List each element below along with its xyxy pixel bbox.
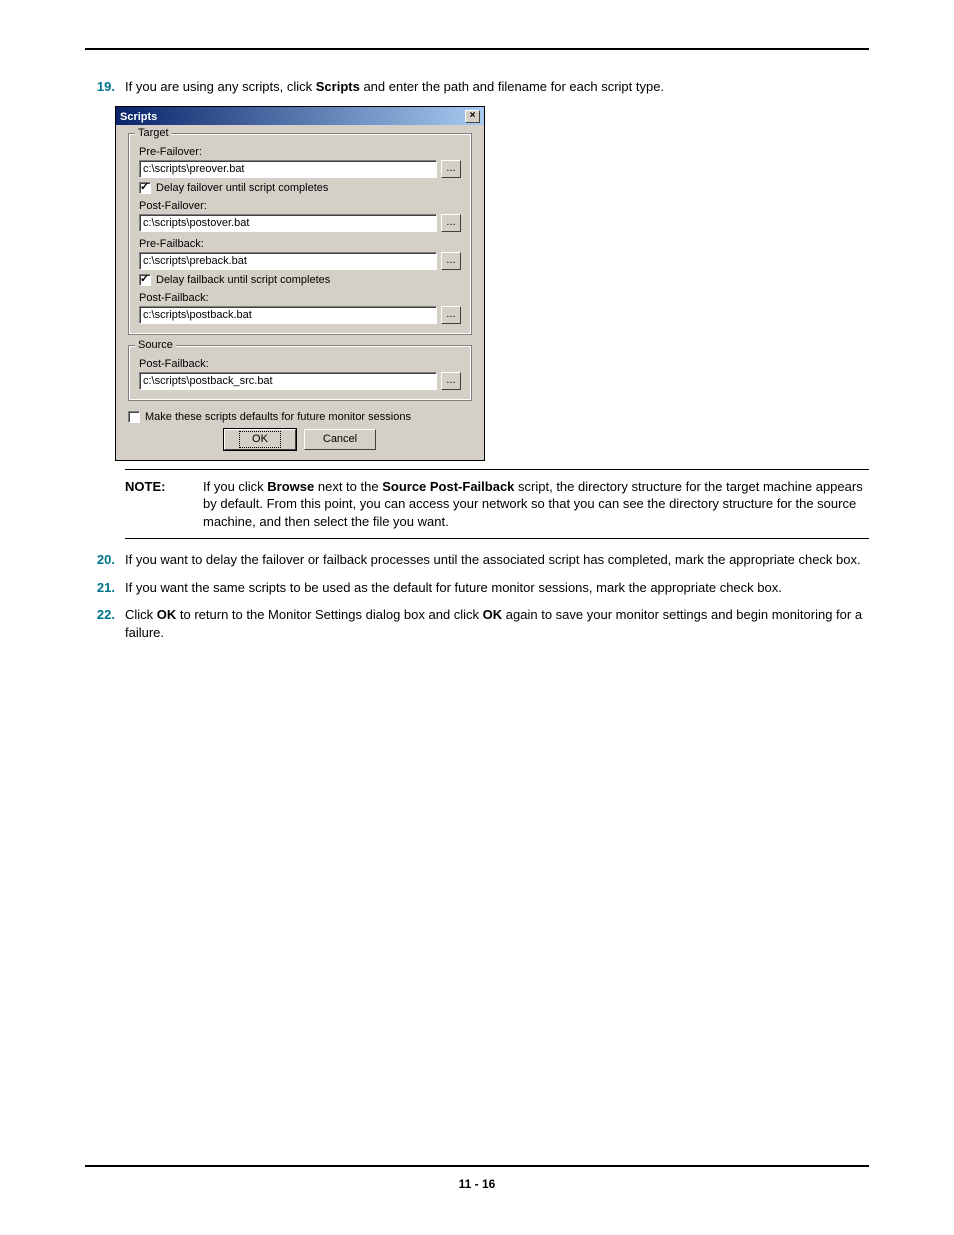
- step-20: 20. If you want to delay the failover or…: [85, 551, 869, 569]
- step-number: 20.: [85, 551, 125, 569]
- close-icon[interactable]: ×: [465, 110, 480, 123]
- step-text: If you want to delay the failover or fai…: [125, 551, 869, 569]
- post-failover-label: Post-Failover:: [139, 200, 461, 212]
- step-21: 21. If you want the same scripts to be u…: [85, 579, 869, 597]
- browse-button[interactable]: ...: [441, 252, 461, 270]
- post-failback-input[interactable]: c:\scripts\postback.bat: [139, 306, 437, 324]
- dialog-titlebar[interactable]: Scripts ×: [116, 107, 484, 125]
- make-default-label: Make these scripts defaults for future m…: [145, 411, 411, 423]
- delay-failover-checkbox[interactable]: [139, 182, 151, 194]
- pre-failback-label: Pre-Failback:: [139, 238, 461, 250]
- src-post-failback-label: Post-Failback:: [139, 358, 461, 370]
- cancel-button[interactable]: Cancel: [304, 429, 376, 450]
- step-number: 21.: [85, 579, 125, 597]
- footer-rule: [85, 1165, 869, 1167]
- source-legend: Source: [135, 339, 176, 351]
- pre-failover-input[interactable]: c:\scripts\preover.bat: [139, 160, 437, 178]
- step-19: 19. If you are using any scripts, click …: [85, 78, 869, 96]
- src-post-failback-input[interactable]: c:\scripts\postback_src.bat: [139, 372, 437, 390]
- pre-failover-label: Pre-Failover:: [139, 146, 461, 158]
- note-body: If you click Browse next to the Source P…: [203, 478, 869, 531]
- browse-button[interactable]: ...: [441, 214, 461, 232]
- delay-failback-checkbox[interactable]: [139, 274, 151, 286]
- step-text: If you are using any scripts, click Scri…: [125, 78, 869, 96]
- pre-failback-input[interactable]: c:\scripts\preback.bat: [139, 252, 437, 270]
- step-22: 22. Click OK to return to the Monitor Se…: [85, 606, 869, 641]
- post-failover-input[interactable]: c:\scripts\postover.bat: [139, 214, 437, 232]
- browse-button[interactable]: ...: [441, 306, 461, 324]
- browse-button[interactable]: ...: [441, 160, 461, 178]
- ok-button[interactable]: OK: [224, 429, 296, 450]
- source-fieldset: Source Post-Failback: c:\scripts\postbac…: [128, 345, 472, 401]
- step-number: 22.: [85, 606, 125, 641]
- note-label: NOTE:: [125, 478, 203, 531]
- step-text: Click OK to return to the Monitor Settin…: [125, 606, 869, 641]
- post-failback-label: Post-Failback:: [139, 292, 461, 304]
- page-number: 11 - 16: [0, 1177, 954, 1191]
- browse-button[interactable]: ...: [441, 372, 461, 390]
- target-legend: Target: [135, 127, 172, 139]
- delay-failover-label: Delay failover until script completes: [156, 182, 328, 194]
- delay-failback-label: Delay failback until script completes: [156, 274, 330, 286]
- step-number: 19.: [85, 78, 125, 96]
- target-fieldset: Target Pre-Failover: c:\scripts\preover.…: [128, 133, 472, 335]
- make-default-checkbox[interactable]: [128, 411, 140, 423]
- dialog-title: Scripts: [120, 111, 157, 123]
- note-block: NOTE: If you click Browse next to the So…: [125, 469, 869, 540]
- header-rule: [85, 48, 869, 50]
- step-text: If you want the same scripts to be used …: [125, 579, 869, 597]
- scripts-dialog: Scripts × Target Pre-Failover: c:\script…: [115, 106, 485, 461]
